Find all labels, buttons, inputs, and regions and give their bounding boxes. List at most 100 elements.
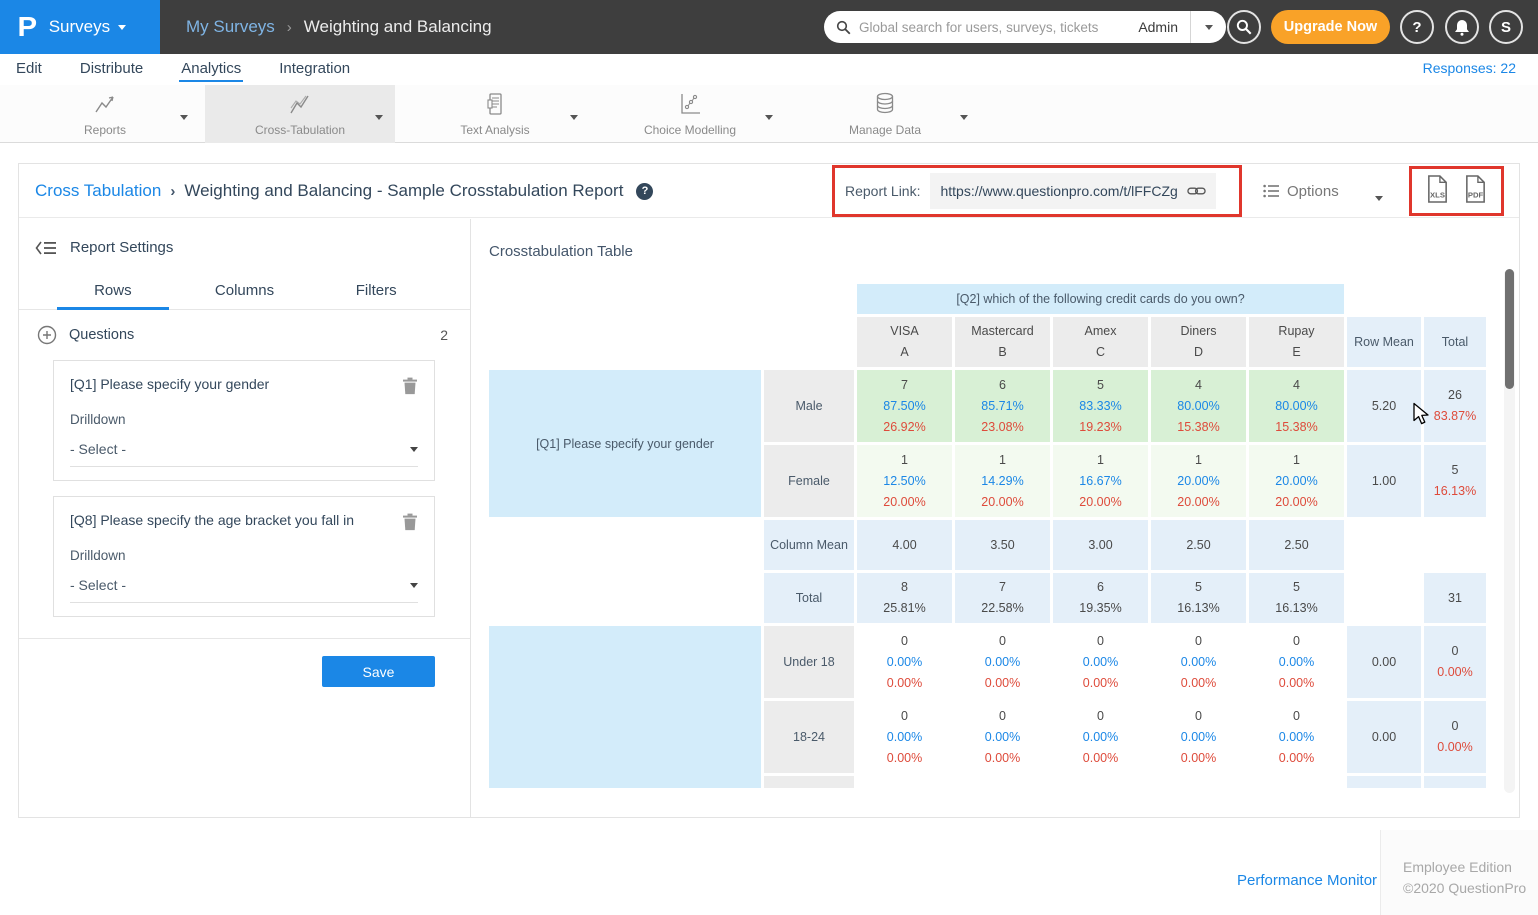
data-cell: 00.00%0.00% [1249,626,1344,698]
cell-line: 0.00% [857,727,952,748]
options-dropdown[interactable] [1375,188,1383,206]
questionpro-logo[interactable]: P Surveys [0,0,160,54]
cell-line: 1 [857,450,952,471]
cell-line: 5 [1424,460,1486,481]
data-cell: 112.50%20.00% [857,445,952,517]
blank-cell [1347,284,1421,314]
divider [19,638,470,639]
blank-cell [489,520,761,570]
search-submit-button[interactable] [1227,10,1261,44]
logo-icon: P [18,11,38,43]
tab-manage-data-dropdown[interactable] [960,107,968,125]
delete-question-button[interactable] [402,377,418,395]
tab-columns[interactable]: Columns [179,276,311,309]
product-switcher[interactable]: Surveys [49,17,126,37]
tab-rows[interactable]: Rows [47,276,179,309]
crosstab-panel: Crosstabulation Table [Q2] which of the … [471,219,1519,817]
cell-line: 0 [955,631,1050,652]
report-help-icon[interactable]: ? [636,183,653,200]
tab-choice-modelling-dropdown[interactable] [765,107,773,125]
column-header: AmexC [1053,317,1148,367]
export-xls-button[interactable]: XLS [1425,174,1450,209]
tab-cross-tabulation-dropdown[interactable] [375,107,383,125]
total-cell: 516.13% [1424,445,1486,517]
tab-choice-modelling[interactable]: Choice Modelling [595,85,785,143]
options-button[interactable]: Options [1263,164,1339,218]
save-button[interactable]: Save [322,656,435,687]
responses-count[interactable]: Responses: 22 [1423,60,1516,76]
data-cell: 00.00%0.00% [1249,701,1344,773]
tab-reports[interactable]: Reports [10,85,200,143]
crosstab-table: [Q2] which of the following credit cards… [486,281,1489,791]
upgrade-now-button[interactable]: Upgrade Now [1271,10,1390,44]
cell-line: 5 [1053,375,1148,396]
cell-line: C [1059,342,1142,363]
subnav-item-integration[interactable]: Integration [277,56,352,83]
delete-question-button[interactable] [402,513,418,531]
cell-line: 0.00% [1249,727,1344,748]
drilldown-select[interactable]: - Select - [70,577,418,603]
question-title: [Q8] Please specify the age bracket you … [70,512,392,528]
database-icon [872,91,898,117]
cell-line: 26 [1424,385,1486,406]
row-label-cell: 18-24 [764,701,854,773]
cell-line: 0.00% [1053,748,1148,769]
cell-line: 0 [1424,716,1486,737]
cell-line: 1 [1053,450,1148,471]
data-cell: 00.00%0.00% [1151,701,1246,773]
data-cell [955,776,1050,788]
tab-text-analysis[interactable]: Text Analysis [400,85,590,143]
table-row: Under 1800.00%0.00%00.00%0.00%00.00%0.00… [489,626,1486,698]
cell-line: 23.08% [955,417,1050,438]
data-cell [1249,776,1344,788]
tab-cross-tabulation[interactable]: Cross-Tabulation [205,85,395,143]
cell-line: 0.00 [1347,727,1421,748]
tab-reports-dropdown[interactable] [180,107,188,125]
performance-monitor-link[interactable]: Performance Monitor [1237,872,1377,889]
add-question-button[interactable] [37,325,57,345]
search-scope-label: Admin [1138,19,1178,35]
cell-line: 16.67% [1053,471,1148,492]
avatar[interactable]: S [1489,10,1523,44]
subnav-item-edit[interactable]: Edit [14,56,44,83]
cell-line: 4.00 [857,535,952,556]
cell-line: 16.13% [1151,598,1246,619]
collapse-panel-icon[interactable] [35,240,57,256]
notifications-button[interactable] [1445,10,1479,44]
table-scrollbar-thumb[interactable] [1505,269,1514,389]
report-link-url[interactable]: https://www.questionpro.com/t/lFFCZg [940,183,1177,199]
row-label-cell: Column Mean [764,520,854,570]
cell-line: A [863,342,946,363]
report-link-field[interactable]: https://www.questionpro.com/t/lFFCZg [930,173,1215,209]
tab-manage-data[interactable]: Manage Data [790,85,980,143]
chevron-down-icon [765,115,773,120]
search-scope-dropdown[interactable] [1190,11,1226,43]
table-header-row: VISAAMastercardBAmexCDinersDRupayERow Me… [489,317,1486,367]
settings-tabs: Rows Columns Filters [19,276,470,310]
tab-filters[interactable]: Filters [310,276,442,309]
list-icon [1263,184,1279,198]
subnav-item-analytics[interactable]: Analytics [179,56,243,83]
subnav-item-distribute[interactable]: Distribute [78,56,145,83]
search-input[interactable] [859,20,1138,35]
chevron-down-icon [118,25,126,30]
data-cell: 114.29%20.00% [955,445,1050,517]
tab-text-analysis-dropdown[interactable] [570,107,578,125]
cross-tabulation-link[interactable]: Cross Tabulation [35,181,161,201]
cell-line: 20.00% [1053,492,1148,513]
export-pdf-button[interactable]: PDF [1463,174,1488,209]
column-header: RupayE [1249,317,1344,367]
chevron-down-icon [1205,25,1213,30]
cell-line: 16.13% [1424,481,1486,502]
crosstab-chart-icon [287,91,313,117]
cell-line: 8 [857,577,952,598]
row-group-cell [489,626,761,788]
breadcrumb-my-surveys[interactable]: My Surveys [186,17,275,37]
cell-line: 0 [1053,706,1148,727]
cell-line: B [961,342,1044,363]
data-cell: 00.00%0.00% [857,626,952,698]
total-cell: 2683.87% [1424,370,1486,442]
help-button[interactable]: ? [1400,10,1434,44]
crosstab-table-wrap: [Q2] which of the following credit cards… [486,281,1498,809]
drilldown-select[interactable]: - Select - [70,441,418,467]
